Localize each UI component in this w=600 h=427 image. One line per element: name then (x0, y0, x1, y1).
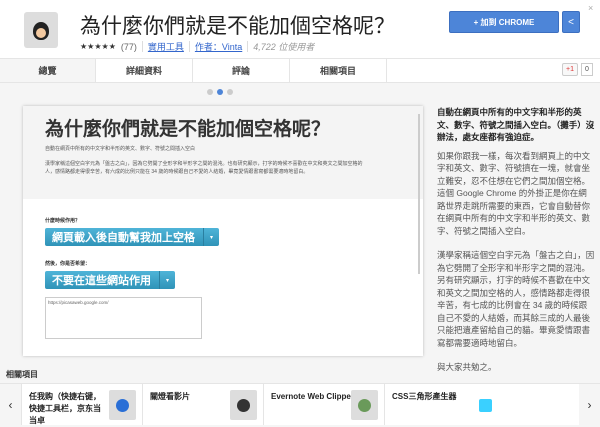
category-link[interactable]: 實用工具 (148, 40, 184, 53)
related-item-name: 關燈看影片 (150, 392, 190, 401)
related-item[interactable]: Evernote Web Clipper (263, 384, 384, 425)
tab-reviews[interactable]: 評論 (193, 59, 290, 82)
tab-details[interactable]: 詳細資料 (96, 59, 193, 82)
description-paragraph: 漢學家稱這個空白字元為「盤古之白」，因為它劈開了全形字和半形字之間的混沌。另有研… (437, 250, 595, 348)
rating-stars: ★★★★★ (80, 42, 116, 51)
share-button[interactable]: < (562, 11, 580, 33)
user-count: 4,722 位使用者 (253, 42, 315, 52)
description-lead: 自動在網頁中所有的中文字和半形的英文、數字、符號之間插入空白。（攤手）沒辦法，處… (437, 107, 595, 142)
carousel-dot-active[interactable] (217, 89, 223, 95)
meta-row: ★★★★★ (77) 實用工具 作者：Vinta 4,722 位使用者 (80, 40, 314, 53)
preview-textarea: https://picasaweb.google.com/ (45, 297, 202, 339)
google-plus-one[interactable]: +1 0 (562, 63, 593, 76)
carousel-dots (207, 89, 233, 95)
caret-icon: ▾ (203, 228, 219, 246)
description-paragraph: 與大家共勉之。 (437, 362, 497, 372)
related-item[interactable]: 任我购（快捷右键，快捷工具栏，京东当当卓 (21, 384, 142, 425)
preview-button-2: 不要在這些網站作用 ▾ (45, 271, 175, 289)
tab-related[interactable]: 相關項目 (290, 59, 387, 82)
related-item-name: 任我购（快捷右键，快捷工具栏，京东当当卓 (29, 392, 101, 425)
plus-one-button[interactable]: +1 (562, 63, 578, 76)
tab-overview[interactable]: 總覽 (0, 59, 96, 82)
rating-count[interactable]: (77) (121, 42, 137, 52)
chevron-left-icon[interactable]: ‹ (0, 384, 21, 425)
screenshot-preview: 為什麼你們就是不能加個空格呢？ 自動在網頁中所有的中文字和半形的英文、數字、符號… (23, 106, 423, 356)
extension-title: 為什麼你們就是不能加個空格呢？ (80, 14, 395, 38)
chevron-right-icon[interactable]: › (579, 384, 600, 425)
carousel-dot[interactable] (207, 89, 213, 95)
related-item[interactable]: 關燈看影片 (142, 384, 263, 425)
puzzle-icon (230, 390, 257, 420)
preview-subtitle: 自動在網頁中所有的中文字和半形的英文、數字、符號之間插入空白 (45, 146, 196, 152)
preview-scrollbar (418, 114, 420, 274)
preview-button-1-label: 網頁載入後自動幫我加上空格 (52, 232, 195, 244)
description: 自動在網頁中所有的中文字和半形的英文、數字、符號之間插入空白。（攤手）沒辦法，處… (437, 106, 595, 386)
preview-paragraph: 漢學家稱這個空白字元為「盤古之白」，因為它劈開了全形字和半形字之間的混沌。也有研… (45, 161, 363, 175)
preview-question-2: 然後，你是否希望： (45, 261, 91, 267)
puzzle-icon (351, 390, 378, 420)
author-link[interactable]: 作者：Vinta (195, 40, 242, 53)
related-heading: 相關項目 (6, 370, 38, 379)
share-icon: < (568, 16, 574, 28)
preview-question-1: 什麼時候作用？ (45, 218, 81, 224)
description-paragraph: 如果你跟我一樣，每次看到網頁上的中文字和英文、數字、符號擠在一塊，就會坐立難安，… (437, 150, 591, 236)
caret-icon: ▾ (159, 271, 175, 289)
plus-one-count: 0 (580, 63, 593, 76)
header: 為什麼你們就是不能加個空格呢？ ★★★★★ (77) 實用工具 作者：Vinta… (0, 0, 600, 58)
close-icon[interactable]: × (588, 3, 593, 13)
tab-bar: 總覽 詳細資料 評論 相關項目 (0, 58, 600, 83)
extension-icon (24, 12, 58, 48)
add-to-chrome-button[interactable]: + 加到 CHROME (449, 11, 559, 33)
preview-button-2-label: 不要在這些網站作用 (52, 275, 151, 287)
preview-button-1: 網頁載入後自動幫我加上空格 ▾ (45, 228, 219, 246)
carousel-dot[interactable] (227, 89, 233, 95)
related-carousel: ‹ 任我购（快捷右键，快捷工具栏，京东当当卓 關燈看影片 Evernote We… (0, 383, 600, 425)
related-item-name: CSS三角形產生器 (392, 392, 457, 401)
related-item[interactable]: CSS三角形產生器 (384, 384, 505, 425)
puzzle-icon (472, 390, 499, 420)
preview-title: 為什麼你們就是不能加個空格呢？ (45, 119, 331, 140)
puzzle-icon (109, 390, 136, 420)
